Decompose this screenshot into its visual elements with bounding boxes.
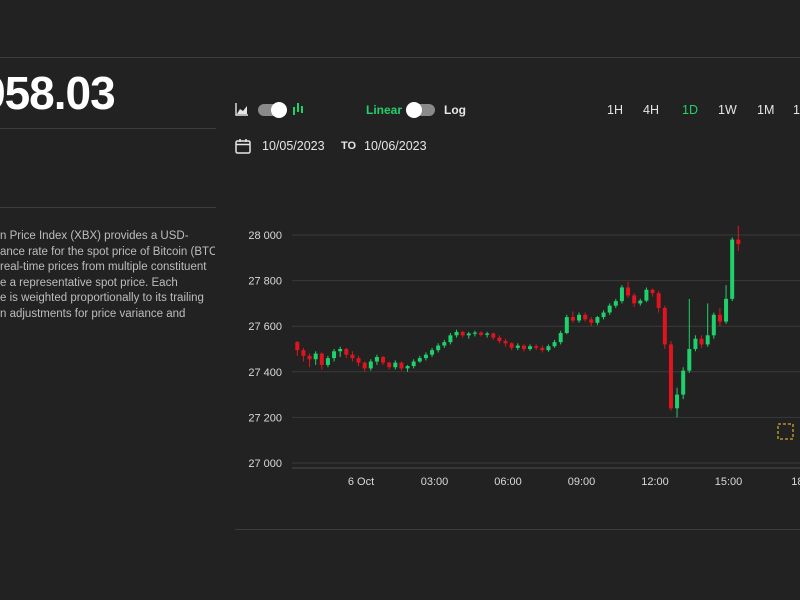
candle-body: [589, 319, 594, 323]
candle-body: [693, 338, 698, 349]
candle-body: [540, 347, 545, 351]
candle-body: [423, 354, 428, 359]
candle-body: [558, 333, 563, 343]
candle-body: [319, 353, 324, 365]
candle-body: [399, 362, 404, 369]
y-tick-label: 27 600: [248, 321, 282, 333]
candle-body: [619, 287, 624, 302]
candle-body: [362, 362, 367, 369]
candle-body: [325, 358, 330, 365]
candle-body: [595, 317, 600, 323]
candle-body: [497, 337, 502, 342]
candle-body: [656, 293, 661, 308]
candle-body: [350, 354, 355, 359]
candle-body: [662, 307, 667, 345]
candle-body: [650, 289, 655, 294]
candle-body: [405, 366, 410, 369]
candle-body: [417, 358, 422, 362]
y-tick-label: 27 800: [248, 276, 282, 288]
candle-body: [313, 353, 318, 360]
candle-body: [644, 289, 649, 301]
candle-body: [570, 317, 575, 321]
candle-body: [491, 333, 496, 338]
candle-body: [577, 314, 582, 321]
candle-body: [460, 331, 465, 336]
candle-body: [430, 350, 435, 355]
x-tick-label: 18:0: [791, 476, 800, 488]
candle-body: [521, 345, 526, 349]
candle-body: [338, 349, 343, 352]
x-tick-label: 06:00: [494, 476, 522, 488]
x-tick-label: 09:00: [568, 476, 596, 488]
selection-marker-icon: [777, 423, 794, 440]
candle-body: [607, 305, 612, 313]
candle-body: [681, 370, 686, 395]
candle-body: [485, 333, 490, 335]
candle-body: [387, 362, 392, 368]
candle-body: [717, 314, 722, 322]
candle-body: [668, 344, 673, 409]
candle-body: [724, 298, 729, 322]
candle-body: [626, 287, 631, 296]
candle-body: [699, 338, 704, 345]
candle-body: [601, 312, 606, 318]
candle-body: [583, 314, 588, 320]
candle-body: [534, 346, 539, 348]
candle-body: [307, 355, 312, 360]
candle-body: [436, 345, 441, 351]
candle-body: [295, 342, 300, 351]
candle-body: [301, 350, 306, 356]
candle-body: [472, 332, 477, 334]
x-tick-label: 12:00: [641, 476, 669, 488]
candle-body: [442, 342, 447, 346]
candle-body: [503, 341, 508, 344]
price-chart[interactable]: 27 000 27 200 27 400 27 600 27 800 28 000 6 Oc…: [0, 0, 800, 600]
candle-body: [564, 317, 569, 334]
candle-body: [515, 345, 520, 348]
candle-body: [381, 356, 386, 363]
candle-body: [730, 239, 735, 299]
candle-body: [411, 361, 416, 367]
candle-body: [509, 343, 514, 348]
candle-body: [332, 351, 337, 359]
candle-body: [448, 335, 453, 343]
candle-body: [632, 295, 637, 304]
candle-body: [705, 335, 710, 345]
candle-body: [368, 361, 373, 369]
candle-body: [687, 349, 692, 371]
candle-body: [528, 346, 533, 349]
candle-body: [466, 333, 471, 336]
y-tick-label: 27 400: [248, 367, 282, 379]
candle-body: [393, 362, 398, 368]
candle-body: [711, 314, 716, 336]
x-tick-label: 15:00: [715, 476, 743, 488]
candle-body: [552, 342, 557, 347]
candle-body: [479, 332, 484, 335]
x-tick-label: 6 Oct: [348, 476, 374, 488]
candle-body: [374, 356, 379, 362]
candle-body: [736, 239, 741, 245]
candle-body: [638, 300, 643, 304]
candle-body: [454, 331, 459, 336]
candle-body: [344, 349, 349, 355]
candle-body: [356, 358, 361, 363]
y-tick-label: 27 000: [248, 458, 282, 470]
x-tick-label: 03:00: [421, 476, 449, 488]
candle-body: [675, 394, 680, 409]
y-tick-label: 27 200: [248, 412, 282, 424]
candle-body: [613, 301, 618, 306]
y-tick-label: 28 000: [248, 230, 282, 242]
candle-body: [546, 346, 551, 351]
